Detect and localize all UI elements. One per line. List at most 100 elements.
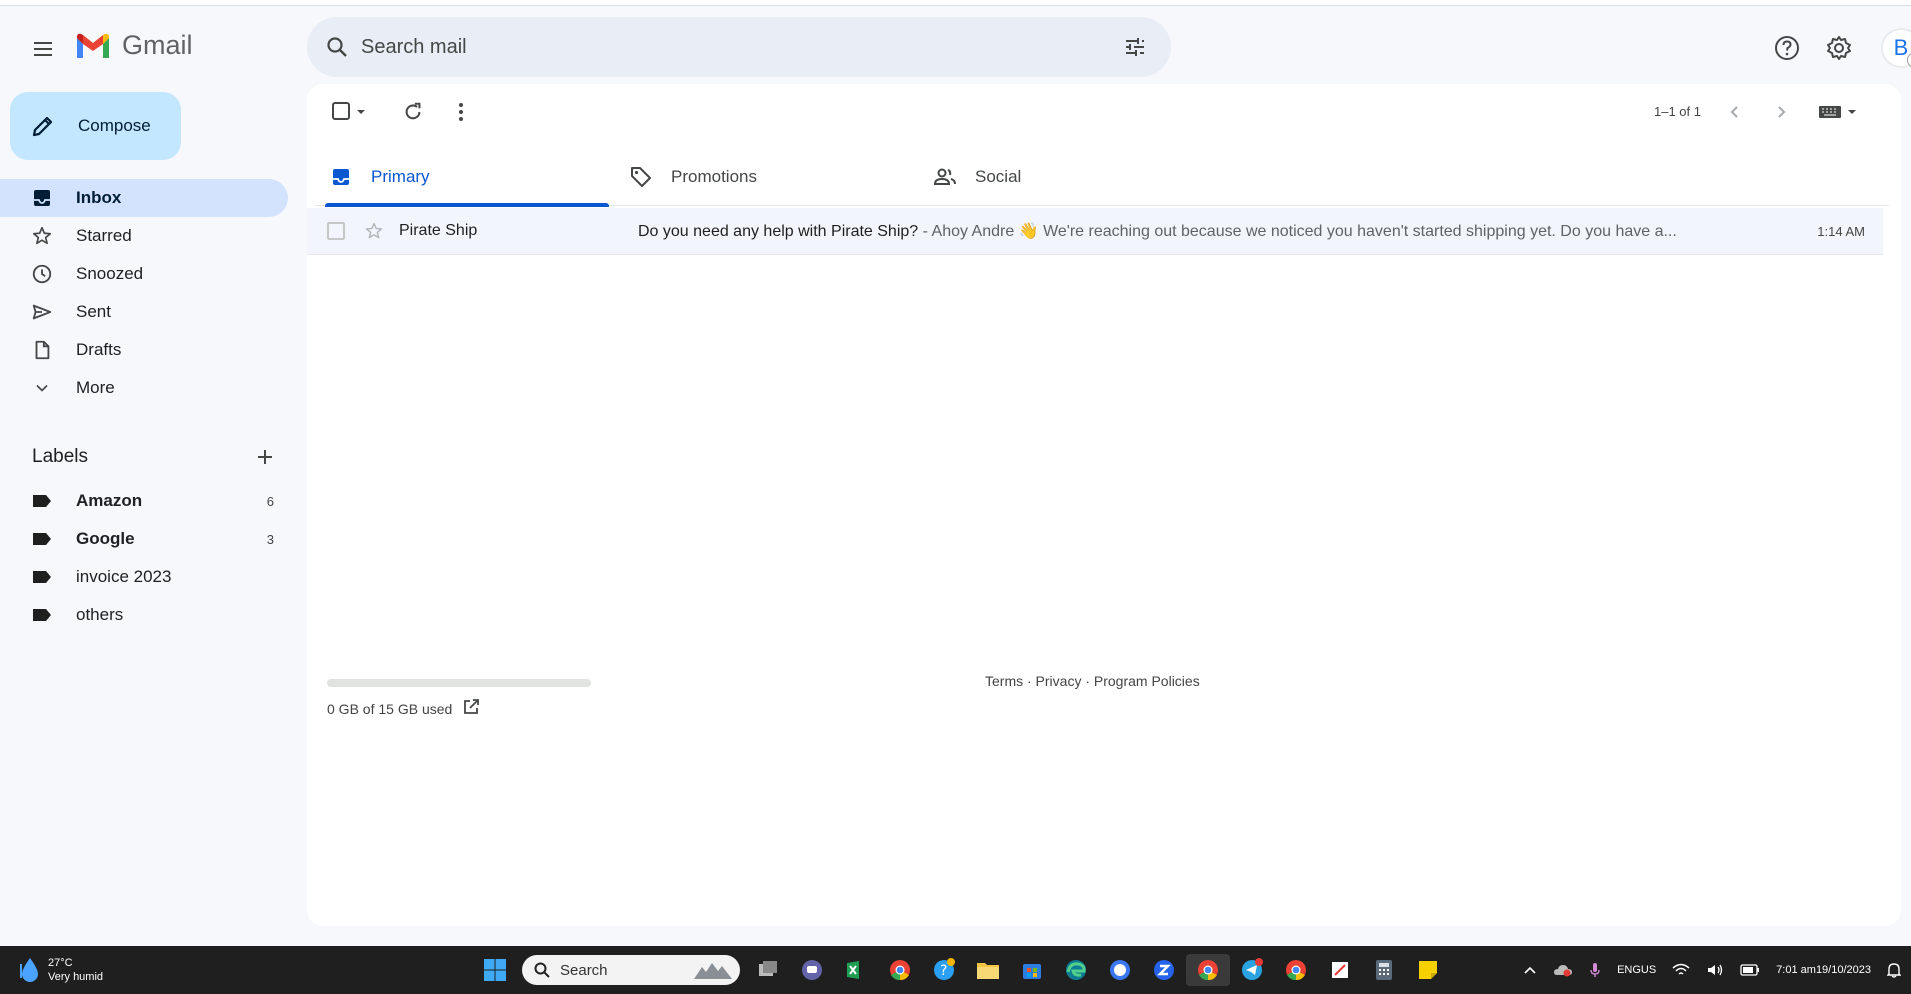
volume-icon[interactable] [1698,963,1732,977]
label-tag-icon [30,527,54,551]
label-count: 6 [266,493,274,509]
label-tag-icon [30,489,54,513]
chrome-active-icon[interactable] [1186,954,1230,986]
header: Gmail B ⚷ [0,6,1911,82]
help-icon[interactable] [1763,24,1811,72]
labels-title: Labels [32,446,88,467]
add-label-icon[interactable] [252,444,278,470]
email-subject-snippet: Do you need any help with Pirate Ship? -… [638,221,1743,241]
external-link-icon[interactable] [462,698,480,719]
main-menu-button[interactable] [22,28,64,70]
signal-app-icon[interactable] [1098,954,1142,986]
notification-bell-icon[interactable] [1879,962,1911,978]
weather-desc: Very humid [48,971,104,983]
sidebar-item-more[interactable]: More [0,369,288,407]
teams-chat-icon[interactable] [790,954,834,986]
task-view-icon[interactable] [746,954,790,986]
microphone-icon[interactable] [1581,962,1609,978]
zoom-like-app-icon[interactable] [1142,954,1186,986]
people-icon [931,163,959,191]
account-avatar[interactable]: B ⚷ [1881,28,1911,68]
email-checkbox[interactable] [327,222,345,240]
select-all-checkbox[interactable] [327,96,373,128]
inbox-icon [30,186,54,210]
label-item-others[interactable]: others [0,596,288,634]
email-row[interactable]: Pirate Ship Do you need any help with Pi… [307,208,1883,255]
chrome-profile-icon[interactable] [1274,954,1318,986]
search-options-icon[interactable] [1119,31,1151,63]
refresh-icon[interactable] [395,96,431,128]
tab-label: Social [975,167,1022,186]
footer-links[interactable]: Terms · Privacy · Program Policies [985,673,1200,689]
sheets-app-icon[interactable] [834,954,878,986]
label-item-google[interactable]: Google 3 [0,520,288,558]
taskbar-search[interactable]: Search [522,955,740,985]
hamburger-icon [34,42,52,56]
file-explorer-icon[interactable] [966,954,1010,986]
battery-icon[interactable] [1732,964,1768,976]
label-tag-icon [30,565,54,589]
tag-icon [627,163,655,191]
gmail-logo[interactable]: Gmail [74,30,193,61]
inbox-icon [327,163,355,191]
svg-text:?: ? [940,963,947,979]
more-options-icon[interactable] [443,96,479,128]
header-actions: B ⚷ [1763,24,1911,72]
draft-icon [30,338,54,362]
key-badge-icon: ⚷ [1907,52,1911,68]
sidebar-item-label: Starred [76,226,132,245]
previous-page-icon[interactable] [1719,96,1751,128]
weather-widget[interactable]: 27°C Very humid [18,956,103,984]
store-icon[interactable] [1010,954,1054,986]
email-sender: Pirate Ship [399,222,478,239]
storage-info: 0 GB of 15 GB used [327,698,480,719]
sticky-notes-icon[interactable] [1406,954,1450,986]
tab-social[interactable]: Social [931,148,1211,206]
email-snippet: - Ahoy Andre 👋 We're reaching out becaus… [918,223,1677,240]
label-tag-icon [30,603,54,627]
sidebar-item-starred[interactable]: Starred [0,217,288,255]
search-bar[interactable] [307,17,1171,77]
settings-gear-icon[interactable] [1815,24,1863,72]
search-input[interactable] [359,29,1059,65]
pencil-icon [32,116,53,137]
label-count: 3 [266,531,274,547]
label-item-amazon[interactable]: Amazon 6 [0,482,288,520]
clock[interactable]: 7:01 am 19/10/2023 [1768,963,1879,978]
clock-icon [30,262,54,286]
search-icon[interactable] [321,31,353,63]
input-tools-keyboard-icon[interactable] [1815,96,1865,128]
tab-label: Promotions [671,167,757,186]
edge-icon[interactable] [1054,954,1098,986]
weather-temp: 27°C [48,957,73,969]
label-name: others [76,605,124,624]
next-page-icon[interactable] [1765,96,1797,128]
label-item-invoice-2023[interactable]: invoice 2023 [0,558,288,596]
lang-region: US [1640,963,1657,976]
onedrive-error-icon[interactable] [1545,963,1581,977]
language-indicator[interactable]: ENG US [1609,963,1664,978]
star-icon[interactable] [363,220,385,242]
labels-list: Amazon 6 Google 3 invoice 2023 others [0,482,288,634]
wifi-icon[interactable] [1664,963,1698,977]
chrome-icon[interactable] [878,954,922,986]
sidebar-item-inbox[interactable]: Inbox [0,179,288,217]
compose-button[interactable]: Compose [10,92,181,160]
snipping-tool-icon[interactable] [1318,954,1362,986]
search-icon [534,962,550,978]
chevron-up-icon[interactable] [1515,963,1545,977]
telegram-icon[interactable] [1230,954,1274,986]
sidebar-item-drafts[interactable]: Drafts [0,331,288,369]
start-button[interactable] [473,954,517,986]
sidebar-nav: Inbox Starred Snoozed Sent Drafts More [0,179,288,407]
mail-panel: 1–1 of 1 Primary Promotions Social Pirat… [307,84,1901,926]
sidebar-item-snoozed[interactable]: Snoozed [0,255,288,293]
calculator-icon[interactable] [1362,954,1406,986]
raindrop-icon [20,958,38,982]
storage-meter [327,679,591,687]
tab-promotions[interactable]: Promotions [627,148,907,206]
sidebar-item-sent[interactable]: Sent [0,293,288,331]
help-app-icon[interactable]: ? [922,954,966,986]
email-time: 1:14 AM [1817,223,1865,239]
tab-primary[interactable]: Primary [325,148,609,207]
